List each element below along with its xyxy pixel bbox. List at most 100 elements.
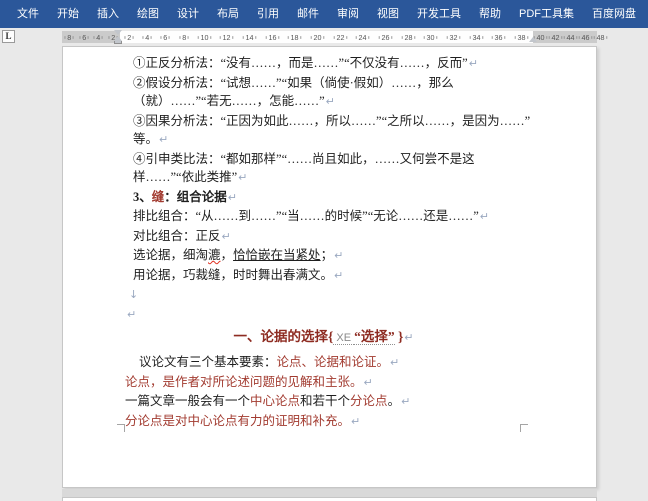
ruler-number: 8 [179, 33, 188, 41]
tab-stop-selector[interactable]: L [2, 30, 15, 43]
horizontal-ruler[interactable]: 8642 2468101214161820222426283032343638 … [62, 31, 597, 43]
text-run: ①正反分析法：“没有……，而是……”“不仅没有……，反而” [133, 56, 468, 70]
paragraph-mark: ↵ [468, 57, 478, 70]
ruler-number: 44 [564, 33, 577, 41]
text-line: （就）……”“若无……，怎能……”↵ [125, 92, 522, 112]
paragraph-mark: ↵ [221, 230, 231, 243]
text-run: 对比组合：正反 [133, 229, 221, 243]
text-line: 用论据，巧裁缝，时时舞出春满文。↵ [125, 266, 522, 286]
page-gap [62, 489, 597, 497]
ribbon-tab-5[interactable]: 布局 [208, 0, 248, 28]
ruler-number: 42 [549, 33, 562, 41]
ribbon-tab-6[interactable]: 引用 [248, 0, 288, 28]
text-run: ③因果分析法：“正因为如此……，所以……”“之所以……，是因为……” [133, 114, 530, 128]
text-run: 漉 [208, 248, 221, 262]
text-run: 一、论据的选择 [233, 329, 328, 344]
right-indent-marker[interactable] [529, 37, 537, 42]
ruler-number: 14 [243, 33, 256, 41]
text-run: ； [321, 248, 334, 262]
ribbon-tab-13[interactable]: 百度网盘 [583, 0, 645, 28]
text-line: 分论点是对中心论点有力的证明和补充。↵ [125, 412, 522, 432]
ruler-number: 30 [424, 33, 437, 41]
paragraph-mark: ↵ [403, 331, 413, 344]
text-line: 议论文有三个基本要素：论点、论据和论证。↵ [125, 353, 522, 373]
text-line: ②假设分析法：“试想……”“如果（倘使·假如）……，那么 [125, 74, 522, 93]
ruler-number: 36 [492, 33, 505, 41]
text-line: 3、缝：组合论据↵ [125, 188, 522, 208]
paragraph-mark: ↵ [363, 376, 373, 389]
text-run: 中心论点 [250, 394, 300, 408]
ruler-number: 12 [220, 33, 233, 41]
paragraph-mark: ↵ [126, 308, 136, 321]
ribbon-tab-11[interactable]: 帮助 [470, 0, 510, 28]
left-indent-marker[interactable] [114, 41, 122, 44]
heading-line: 一、论据的选择{ XE “选择” }↵ [125, 326, 522, 349]
text-run: } [395, 329, 404, 344]
ruler-right-margin: 4042444648 [533, 31, 597, 43]
ribbon-tab-7[interactable]: 邮件 [288, 0, 328, 28]
text-run: 缝 [152, 190, 165, 204]
text-boundary-mark-left [117, 424, 125, 432]
ruler-number: 32 [447, 33, 460, 41]
ruler-number: 4 [94, 33, 103, 41]
paragraph-mark: ↵ [333, 249, 343, 262]
paragraph-mark: ↵ [400, 395, 410, 408]
ribbon-tab-0[interactable]: 文件 [8, 0, 48, 28]
text-run: 一篇文章一般会有一个 [125, 394, 250, 408]
ribbon-tab-4[interactable]: 设计 [168, 0, 208, 28]
paragraph-mark: ↵ [237, 171, 247, 184]
text-run: 排比组合：“从……到……”“当……的时候”“无论……还是……” [133, 209, 479, 223]
ruler-left-margin: 8642 [62, 31, 120, 43]
text-run: ④引申类比法：“都如那样”“……尚且如此，……又何尝不是这 [133, 152, 475, 166]
text-boundary-mark-right [520, 424, 528, 432]
ribbon-tab-3[interactable]: 绘图 [128, 0, 168, 28]
ribbon-tab-9[interactable]: 视图 [368, 0, 408, 28]
ruler-number: 38 [515, 33, 528, 41]
ribbon-tabs: 文件开始插入绘图设计布局引用邮件审阅视图开发工具帮助PDF工具集百度网盘 [8, 0, 645, 28]
ruler-number: 18 [288, 33, 301, 41]
ruler-number: 22 [334, 33, 347, 41]
text-run: 和若干个 [300, 394, 350, 408]
text-run: 分论点 [350, 394, 388, 408]
text-run: 论点，是作者对所论述问题的见解和主张。 [125, 375, 363, 389]
word-window: 文件开始插入绘图设计布局引用邮件审阅视图开发工具帮助PDF工具集百度网盘 操作说… [0, 0, 648, 501]
ruler-number: 2 [124, 33, 133, 41]
text-run: 论点、论据和论证。 [277, 355, 390, 369]
text-run: ， [221, 248, 234, 262]
text-line: 排比组合：“从……到……”“当……的时候”“无论……还是……”↵ [125, 207, 522, 227]
text-line: ↓ [125, 285, 522, 305]
text-run: 议论文有三个基本要素： [139, 355, 277, 369]
ruler-number: 10 [197, 33, 210, 41]
next-page[interactable] [62, 497, 597, 501]
text-run: 。 [388, 394, 401, 408]
ribbon-tab-8[interactable]: 审阅 [328, 0, 368, 28]
paragraph-mark: ↵ [350, 415, 360, 428]
text-line: 等。↵ [125, 130, 522, 150]
text-run: 样……”“依此类推” [133, 170, 237, 184]
paragraph-mark: ↵ [325, 95, 335, 108]
text-run: 用论据，巧裁缝，时时舞出春满文。 [133, 268, 333, 282]
ruler-number: 6 [79, 33, 88, 41]
first-line-indent-marker[interactable] [114, 30, 123, 44]
ribbon-tab-10[interactable]: 开发工具 [408, 0, 470, 28]
ruler-number: 48 [593, 33, 606, 41]
text-run: XE [333, 332, 354, 345]
ruler-number: 46 [578, 33, 591, 41]
text-run: 等。 [133, 132, 158, 146]
text-line: ③因果分析法：“正因为如此……，所以……”“之所以……，是因为……” [125, 112, 522, 131]
text-line: ①正反分析法：“没有……，而是……”“不仅没有……，反而”↵ [125, 54, 522, 74]
document-page[interactable]: ①正反分析法：“没有……，而是……”“不仅没有……，反而”↵②假设分析法：“试想… [62, 46, 597, 488]
text-line: ↵ [125, 305, 522, 325]
document-content[interactable]: ①正反分析法：“没有……，而是……”“不仅没有……，反而”↵②假设分析法：“试想… [125, 47, 522, 431]
text-run: ：组合论据 [164, 190, 227, 204]
paragraph-mark: ↵ [389, 356, 399, 369]
ribbon-tab-2[interactable]: 插入 [88, 0, 128, 28]
ribbon-tab-1[interactable]: 开始 [48, 0, 88, 28]
ruler-number: 4 [143, 33, 152, 41]
text-line: ④引申类比法：“都如那样”“……尚且如此，……又何尝不是这 [125, 150, 522, 169]
text-line: 对比组合：正反↵ [125, 227, 522, 247]
ruler-number: 6 [161, 33, 170, 41]
ribbon: 文件开始插入绘图设计布局引用邮件审阅视图开发工具帮助PDF工具集百度网盘 操作说… [0, 0, 648, 28]
text-run: 恰恰嵌在当紧处 [233, 248, 321, 262]
ribbon-tab-12[interactable]: PDF工具集 [510, 0, 583, 28]
